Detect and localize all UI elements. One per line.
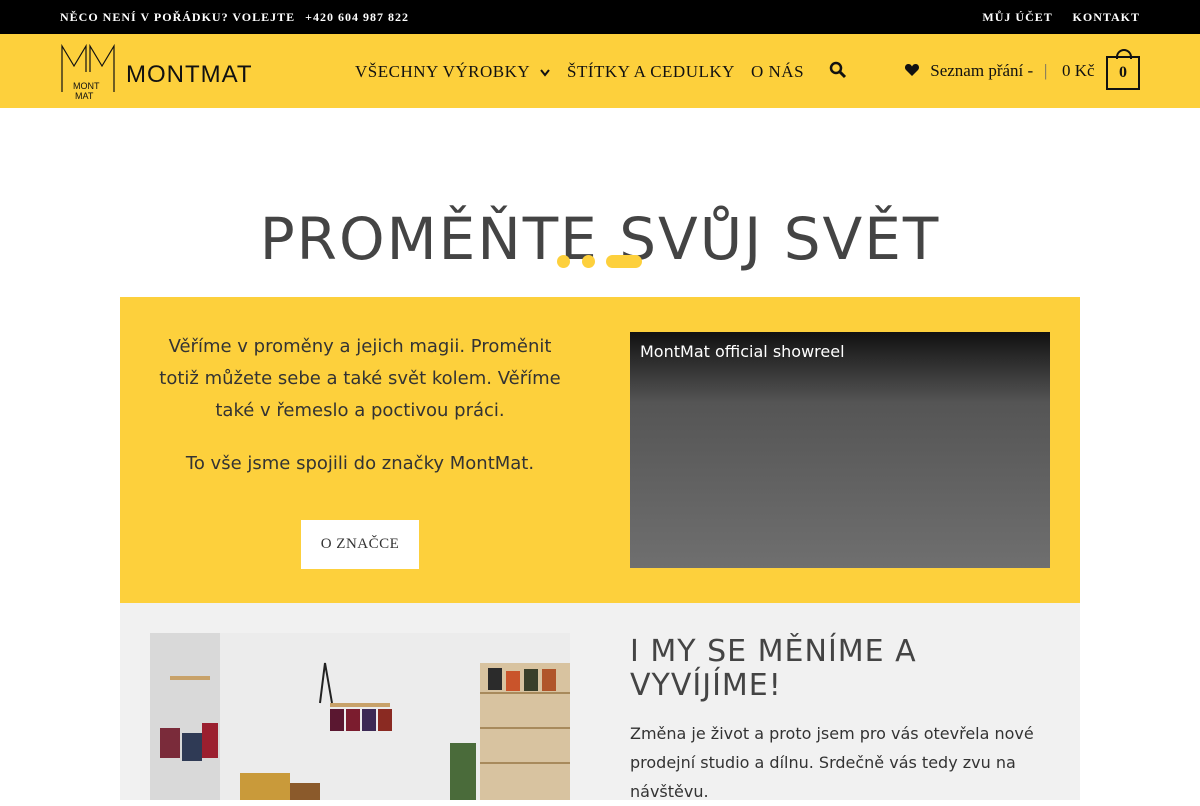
help-text: NĚCO NENÍ V POŘÁDKU? VOLEJTE [60,10,296,24]
logo-wordmark: MONTMAT [126,61,253,88]
svg-text:MAT: MAT [75,91,94,101]
video-title[interactable]: MontMat official showreel [640,342,845,361]
wishlist-label: Seznam přání - [930,61,1034,80]
cart-count: 0 [1119,64,1127,81]
wishlist-link[interactable]: Seznam přání - [904,61,1033,81]
nav-all-products-label: VŠECHNY VÝROBKY [355,62,530,81]
montmat-monogram-logo: MONT MAT [61,43,115,101]
svg-text:MONT: MONT [73,81,100,91]
about-brand-button[interactable]: O ZNAČCE [301,520,419,569]
heart-icon [904,62,920,78]
intro-paragraph-2: To vše jsme spojili do značky MontMat. [185,453,535,474]
decor-dot [557,255,570,268]
decor-pill [606,255,642,268]
studio-section: I MY SE MĚNÍME A VYVÍJÍME! Změna je živo… [120,603,1080,801]
cart-total[interactable]: 0 Kč [1062,61,1095,81]
help-notice: NĚCO NENÍ V POŘÁDKU? VOLEJTE +420 604 98… [60,10,415,25]
nav-all-products[interactable]: VŠECHNY VÝROBKY [355,62,551,82]
chevron-down-icon [540,62,551,82]
intro-section: Věříme v proměny a jejich magii. Proměni… [120,297,1080,603]
nav-labels[interactable]: ŠTÍTKY A CEDULKY [567,62,735,82]
contact-link[interactable]: KONTAKT [1073,10,1140,24]
studio-photo [150,633,570,800]
my-account-link[interactable]: MŮJ ÚČET [982,10,1052,24]
section-title: I MY SE MĚNÍME A VYVÍJÍME! [630,634,917,703]
phone-number[interactable]: +420 604 987 822 [305,10,409,24]
section-text: Změna je život a proto jsem pro vás otev… [630,724,1034,801]
site-logo[interactable]: MONT MAT MONTMAT [60,42,253,102]
decor-dot [582,255,595,268]
header-separator: | [1044,61,1048,80]
hero-title: PROMĚŇTE SVŮJ SVĚT [259,204,941,273]
nav-about[interactable]: O NÁS [751,62,804,82]
main-header: MONT MAT MONTMAT VŠECHNY VÝROBKY ŠTÍTKY … [0,34,1200,108]
search-icon[interactable] [829,61,847,79]
cart-button[interactable]: 0 [1106,49,1140,90]
top-info-bar: NĚCO NENÍ V POŘÁDKU? VOLEJTE +420 604 98… [0,0,1200,34]
intro-paragraph-1: Věříme v proměny a jejich magii. Proměni… [159,336,561,421]
intro-text: Věříme v proměny a jejich magii. Proměni… [150,331,570,501]
top-links: MŮJ ÚČET KONTAKT [966,10,1140,25]
video-player[interactable]: MontMat official showreel [630,332,1050,568]
